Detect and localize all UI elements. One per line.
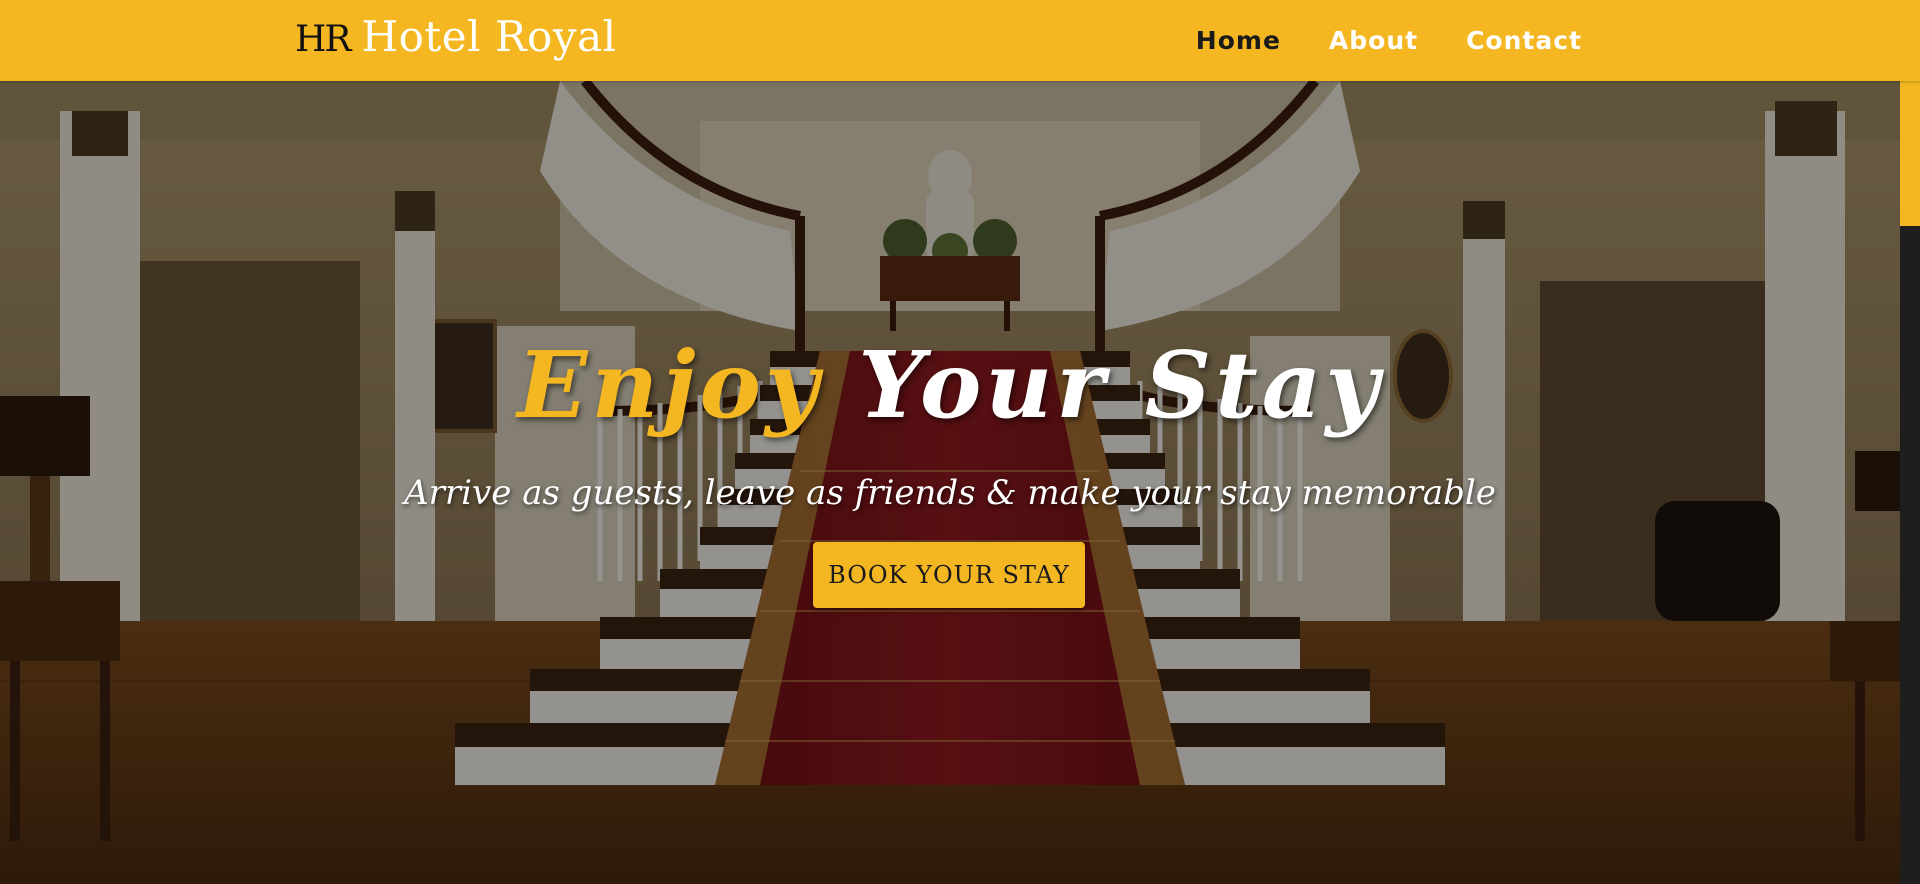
scrollbar-thumb[interactable] [1900,81,1920,226]
hero-title-rest: Your Stay [858,331,1383,439]
hero-content: Enjoy Your Stay Arrive as guests, leave … [0,81,1900,884]
navbar: HR Hotel Royal Home About Contact [0,0,1920,81]
nav-link-about[interactable]: About [1329,26,1418,55]
nav-link-contact[interactable]: Contact [1466,26,1582,55]
hero-subtitle: Arrive as guests, leave as friends & mak… [404,473,1496,513]
page-scrollbar[interactable] [1900,81,1920,884]
brand-name: Hotel Royal [361,12,617,61]
page: HR Hotel Royal Home About Contact Enjoy … [0,0,1920,884]
brand-logo[interactable]: HR Hotel Royal [295,12,617,61]
hero-title: Enjoy Your Stay [0,331,1900,439]
nav-menu: Home About Contact [1196,0,1582,81]
brand-mark: HR [295,19,351,60]
nav-link-home[interactable]: Home [1196,26,1281,55]
book-your-stay-button[interactable]: BOOK YOUR STAY [813,542,1085,608]
hero-title-accent: Enjoy [517,331,823,439]
